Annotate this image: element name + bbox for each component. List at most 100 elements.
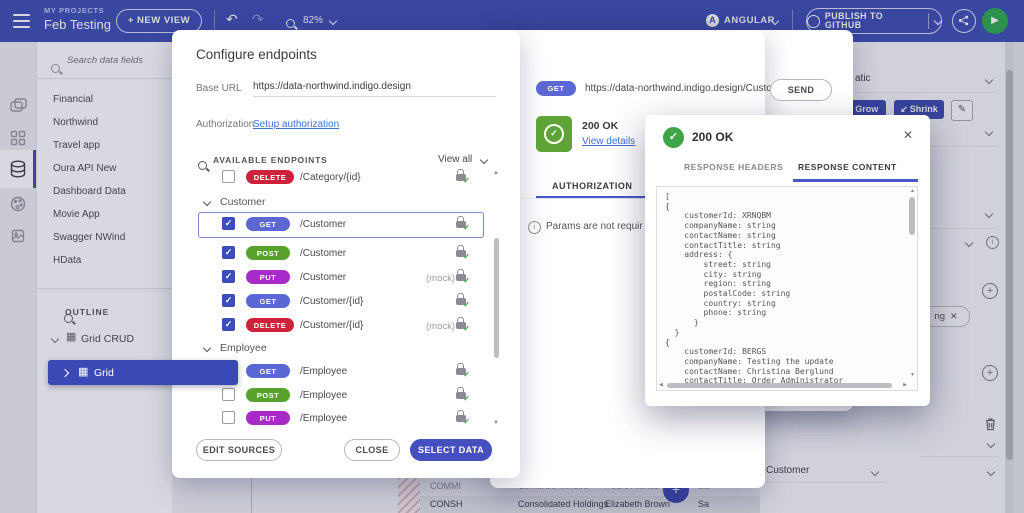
- views-icon[interactable]: [8, 96, 28, 120]
- endpoint-checkbox[interactable]: [222, 388, 235, 401]
- scroll-right-arrow[interactable]: ▶: [903, 383, 907, 388]
- scroll-left-arrow[interactable]: ◀: [659, 383, 663, 388]
- cell-customer-id: CONSH: [430, 500, 463, 509]
- view-all-dropdown[interactable]: View all: [438, 155, 472, 165]
- endpoint-row[interactable]: ✓ DELETE /Customer/{id} (mock) ✓: [190, 317, 490, 337]
- endpoints-list: DELETE /Category/{id} ✓ Customer ✓ GET /…: [190, 168, 502, 432]
- assets-icon[interactable]: [8, 226, 28, 250]
- content-hscrollbar-thumb[interactable]: [667, 383, 892, 388]
- sidebar-item-swagger-nwind[interactable]: Swagger NWind: [53, 232, 125, 243]
- auth-lock-icon: ✓: [456, 392, 466, 399]
- tab-response-headers[interactable]: RESPONSE HEADERS: [684, 163, 783, 172]
- chip-close-icon[interactable]: ✕: [950, 312, 958, 321]
- endpoint-checkbox-checked[interactable]: ✓: [222, 318, 235, 331]
- sidebar-item-dashboard-data[interactable]: Dashboard Data: [53, 186, 126, 197]
- trash-icon[interactable]: [984, 417, 997, 435]
- method-badge: PUT: [246, 270, 290, 284]
- cell-contact: Elizabeth Brown: [605, 500, 670, 509]
- breadcrumb-projects[interactable]: MY PROJECTS: [44, 7, 104, 15]
- scroll-up-arrow[interactable]: ▲: [910, 189, 915, 194]
- publish-chevron-icon[interactable]: [934, 17, 942, 25]
- data-icon[interactable]: [8, 159, 28, 183]
- response-content-box[interactable]: [ { customerId: XRNQBM companyName: stri…: [656, 186, 918, 391]
- base-url-label: Base URL: [196, 84, 242, 94]
- endpoint-path: /Customer/{id}: [300, 320, 363, 331]
- scroll-down-arrow[interactable]: ▼: [493, 420, 499, 426]
- sidebar-item-oura-api-new[interactable]: Oura API New: [53, 163, 116, 174]
- endpoint-checkbox-checked[interactable]: ✓: [222, 270, 235, 283]
- sidebar-item-northwind[interactable]: Northwind: [53, 117, 98, 128]
- edit-sources-button[interactable]: EDIT SOURCES: [196, 439, 282, 461]
- undo-icon[interactable]: ↶: [226, 12, 238, 26]
- modal-title: Configure endpoints: [196, 48, 317, 62]
- method-badge: PUT: [246, 411, 290, 425]
- endpoint-row[interactable]: ✓ PUT /Customer (mock) ✓: [190, 269, 490, 289]
- edit-button[interactable]: ✎: [951, 100, 973, 121]
- list-scrollbar-thumb[interactable]: [494, 238, 499, 358]
- auth-lock-icon: ✓: [456, 221, 466, 228]
- endpoint-group-customer[interactable]: Customer: [190, 194, 490, 212]
- add-item-icon[interactable]: +: [982, 365, 998, 381]
- endpoint-checkbox[interactable]: [222, 411, 235, 424]
- group-chevron-icon[interactable]: [203, 198, 211, 206]
- sidebar-item-movie-app[interactable]: Movie App: [53, 209, 100, 220]
- automatic-option-partial[interactable]: atic: [855, 74, 871, 84]
- sidebar-item-hdata[interactable]: HData: [53, 255, 81, 266]
- auth-lock-icon: ✓: [456, 415, 466, 422]
- theme-icon[interactable]: [8, 194, 28, 218]
- content-scrollbar-thumb[interactable]: [909, 197, 915, 235]
- endpoint-group-employee[interactable]: Employee: [190, 340, 490, 358]
- redo-icon[interactable]: ↷: [252, 12, 264, 26]
- zoom-chevron-icon[interactable]: [329, 17, 337, 25]
- tree-expand-chevron-icon[interactable]: [61, 369, 69, 377]
- endpoint-row[interactable]: DELETE /Category/{id} ✓: [190, 168, 490, 188]
- base-url-input[interactable]: [253, 81, 496, 97]
- setup-authorization-link[interactable]: Setup authorization: [253, 120, 339, 130]
- search-input[interactable]: [65, 54, 164, 67]
- table-row[interactable]: CONSH Consolidated Holdings Elizabeth Br…: [420, 496, 760, 513]
- endpoint-row-selected[interactable]: ✓ GET /Customer ✓: [190, 216, 490, 236]
- share-button[interactable]: [952, 9, 976, 33]
- endpoint-row[interactable]: ✓ GET /Customer/{id} ✓: [190, 293, 490, 313]
- endpoint-checkbox-checked[interactable]: ✓: [222, 217, 235, 230]
- scroll-down-arrow[interactable]: ▼: [910, 373, 915, 378]
- publish-label: PUBLISH TO GITHUB: [825, 12, 922, 30]
- tree-item-grid-selected[interactable]: ▦ Grid: [48, 360, 238, 385]
- close-button[interactable]: CLOSE: [344, 439, 400, 461]
- zoom-icon[interactable]: [286, 19, 295, 28]
- endpoint-row[interactable]: ✓ POST /Customer ✓: [190, 245, 490, 265]
- share-icon: [958, 15, 969, 26]
- endpoint-checkbox-checked[interactable]: ✓: [222, 294, 235, 307]
- mock-label: (mock): [426, 321, 455, 332]
- framework-selector[interactable]: ANGULAR: [724, 16, 775, 26]
- endpoint-row[interactable]: POST /Employee ✓: [190, 387, 490, 407]
- tree-collapse-chevron-icon[interactable]: [51, 335, 59, 343]
- send-button[interactable]: SEND: [770, 79, 832, 101]
- play-button[interactable]: ▶: [982, 8, 1008, 34]
- panel-scrollbar-thumb[interactable]: [1006, 70, 1013, 460]
- customer-select[interactable]: Customer: [766, 466, 809, 476]
- tab-response-content[interactable]: RESPONSE CONTENT: [798, 163, 897, 172]
- sidebar-item-financial[interactable]: Financial: [53, 94, 93, 105]
- view-details-link[interactable]: View details: [582, 137, 635, 147]
- sidebar-item-travel-app[interactable]: Travel app: [53, 140, 100, 151]
- close-icon[interactable]: ✕: [903, 129, 913, 141]
- select-data-button[interactable]: SELECT DATA: [410, 439, 492, 461]
- scroll-up-arrow[interactable]: ▲: [493, 170, 499, 176]
- group-chevron-icon[interactable]: [203, 344, 211, 352]
- check-circle-icon: ✓: [544, 124, 564, 144]
- endpoint-checkbox-checked[interactable]: ✓: [222, 246, 235, 259]
- project-title: Feb Testing: [44, 18, 111, 31]
- endpoint-checkbox[interactable]: [222, 170, 235, 183]
- request-url[interactable]: https://data-northwind.indigo.design/Cus…: [585, 84, 789, 94]
- endpoint-row[interactable]: PUT /Employee ✓: [190, 410, 490, 430]
- endpoint-path: /Customer: [300, 272, 346, 283]
- tab-authorization[interactable]: AUTHORIZATION: [552, 182, 632, 191]
- components-icon[interactable]: [8, 128, 28, 152]
- hamburger-menu-icon[interactable]: [13, 14, 30, 32]
- publish-split-divider: [928, 13, 929, 29]
- tree-item-grid-crud[interactable]: Grid CRUD: [81, 334, 134, 345]
- zoom-level[interactable]: 82%: [303, 16, 323, 26]
- add-item-icon[interactable]: +: [982, 283, 998, 299]
- info-icon[interactable]: i: [986, 236, 999, 249]
